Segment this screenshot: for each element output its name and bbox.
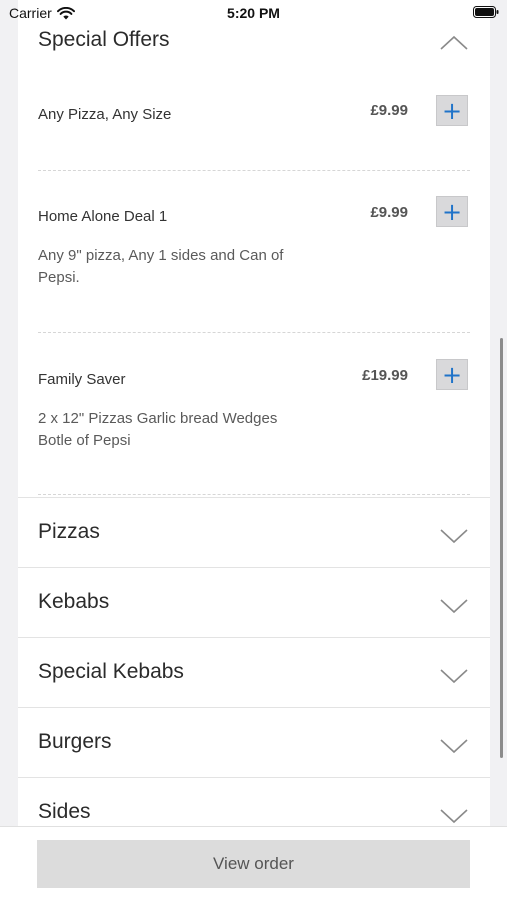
plus-icon: + [441,360,463,389]
menu-item: Home Alone Deal 1 £9.99 + Any 9" pizza, … [38,172,470,334]
section-title: Sides [38,800,91,823]
item-divider [38,170,470,171]
add-item-button[interactable]: + [436,95,468,126]
chevron-down-icon[interactable] [440,808,468,824]
clock: 5:20 PM [227,5,280,21]
menu-item: Family Saver £19.99 + 2 x 12" Pizzas Gar… [38,334,470,496]
bottom-bar: View order [0,826,507,900]
item-description: Any 9" pizza, Any 1 sides and Can of Pep… [38,247,284,286]
chevron-down-icon[interactable] [440,598,468,614]
item-name: Family Saver [38,371,126,388]
item-name: Any Pizza, Any Size [38,106,172,123]
item-name: Home Alone Deal 1 [38,208,168,225]
section-header-kebabs[interactable]: Kebabs [18,567,490,637]
plus-icon: + [441,96,463,125]
scrollbar[interactable] [500,338,503,758]
section-header-special-kebabs[interactable]: Special Kebabs [18,637,490,707]
section-title: Burgers [38,730,112,753]
menu-item: Any Pizza, Any Size £9.99 + [38,84,470,172]
screen: Carrier 5:20 PM Special Offers Any Pizza… [0,0,507,900]
section-title: Special Kebabs [38,660,184,683]
section-header-burgers[interactable]: Burgers [18,707,490,777]
section-title: Special Offers [38,28,170,51]
section-header-sides[interactable]: Sides [18,777,490,826]
item-price: £9.99 [370,204,408,221]
section-title: Kebabs [38,590,110,613]
item-price: £9.99 [370,102,408,119]
item-divider [38,332,470,333]
menu-list[interactable]: Special Offers Any Pizza, Any Size £9.99… [18,0,490,826]
view-order-button[interactable]: View order [37,840,470,888]
status-bar: Carrier 5:20 PM [0,0,507,28]
chevron-down-icon[interactable] [440,738,468,754]
battery-icon [473,6,499,18]
chevron-down-icon[interactable] [440,668,468,684]
item-price: £19.99 [362,367,408,384]
item-description: 2 x 12" Pizzas Garlic bread Wedges Botle… [38,410,278,449]
plus-icon: + [441,197,463,226]
chevron-up-icon[interactable] [440,35,468,51]
add-item-button[interactable]: + [436,359,468,390]
item-divider [38,494,470,495]
section-title: Pizzas [38,520,100,543]
section-header-pizzas[interactable]: Pizzas [18,497,490,567]
chevron-down-icon[interactable] [440,528,468,544]
add-item-button[interactable]: + [436,196,468,227]
